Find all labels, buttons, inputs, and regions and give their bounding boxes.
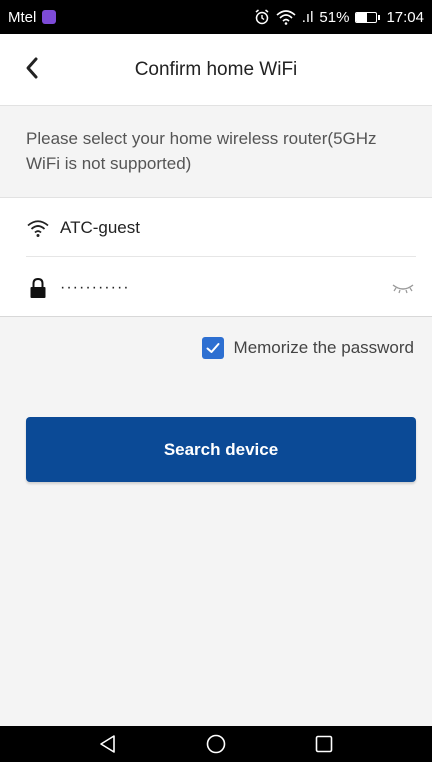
viber-icon — [42, 10, 57, 24]
memorize-label: Memorize the password — [233, 338, 414, 357]
ssid-row[interactable]: ATC-guest — [26, 199, 416, 257]
back-button[interactable] — [14, 52, 50, 88]
recents-square-icon[interactable] — [312, 732, 336, 756]
password-row: ··········· — [26, 259, 416, 317]
checkmark-icon — [206, 343, 220, 353]
home-circle-icon[interactable] — [204, 732, 228, 756]
carrier-name: Mtel — [8, 8, 37, 26]
battery-icon — [355, 11, 381, 23]
memorize-checkbox[interactable] — [201, 337, 224, 359]
wifi-icon — [276, 9, 296, 25]
wifi-icon — [26, 216, 50, 240]
status-time: 17:04 — [386, 8, 424, 26]
password-input[interactable]: ··········· — [60, 279, 390, 297]
alarm-icon — [254, 9, 270, 25]
page-title: Confirm home WiFi — [134, 58, 298, 80]
signal-icon: .ıl — [301, 8, 314, 26]
status-bar: Mtel .ıl 51% 17:04 — [0, 0, 432, 34]
status-right: .ıl 51% 17:04 — [254, 9, 424, 26]
chevron-left-icon — [24, 56, 40, 85]
eye-closed-icon[interactable] — [390, 278, 416, 298]
memorize-password-option[interactable]: Memorize the password — [201, 337, 414, 359]
ssid-value: ATC-guest — [60, 217, 140, 237]
router-hint-text: Please select your home wireless router(… — [26, 129, 377, 173]
system-nav-bar — [0, 726, 432, 762]
lock-icon — [26, 276, 50, 300]
search-device-button[interactable]: Search device — [26, 417, 416, 482]
app-header: Confirm home WiFi — [0, 34, 432, 106]
status-left: Mtel — [8, 8, 57, 26]
wifi-card: ATC-guest ··········· — [0, 197, 432, 317]
back-triangle-icon[interactable] — [96, 732, 120, 756]
battery-percent: 51% — [319, 8, 350, 26]
